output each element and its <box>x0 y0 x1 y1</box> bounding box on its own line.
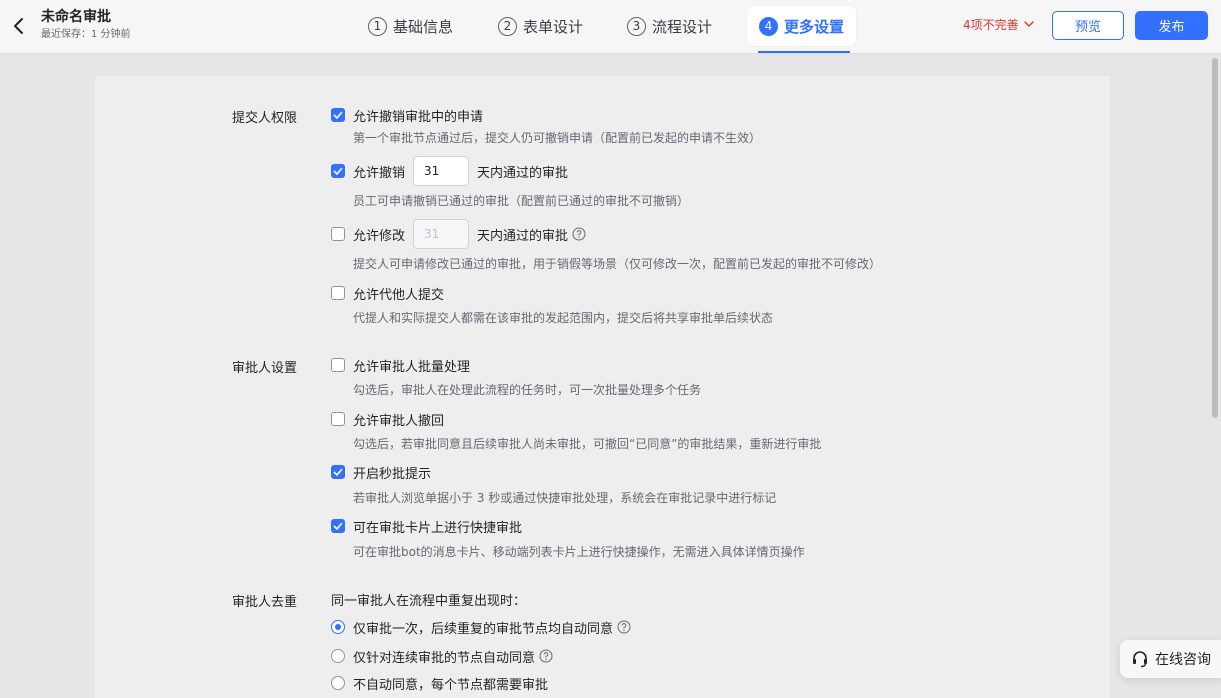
option-suffix: 天内通过的审批 <box>477 165 569 181</box>
publish-button[interactable]: 发布 <box>1135 11 1208 40</box>
preview-button[interactable]: 预览 <box>1052 11 1124 40</box>
checkbox[interactable] <box>331 358 345 372</box>
radio-approve-once[interactable]: 仅审批一次，后续重复的审批节点均自动同意 <box>331 617 631 637</box>
option-label: 允许撤销 <box>353 165 406 181</box>
title-block: 未命名审批 最近保存：1 分钟前 <box>41 8 131 41</box>
help-icon[interactable] <box>617 620 631 634</box>
option-label: 不自动同意，每个节点都需要审批 <box>353 677 549 693</box>
check-icon <box>333 468 343 476</box>
radio-button[interactable] <box>331 649 345 663</box>
step-form-design[interactable]: 2 表单设计 <box>498 6 583 46</box>
checkbox[interactable] <box>331 227 345 241</box>
checkbox[interactable] <box>331 465 345 479</box>
settings-panel: 提交人权限 允许撤销审批中的申请 第一个审批节点通过后，提交人仍可撤销申请（配置… <box>95 76 1110 698</box>
option-suffix: 天内通过的审批 <box>477 228 569 244</box>
option-batch-process[interactable]: 允许审批人批量处理 <box>331 355 470 375</box>
step-number: 3 <box>627 16 646 36</box>
app-window: 未命名审批 最近保存：1 分钟前 1 基础信息 2 表单设计 3 流程设计 4 … <box>0 0 1221 698</box>
option-quick-approve-hint[interactable]: 开启秒批提示 <box>331 462 431 482</box>
option-label: 仅审批一次，后续重复的审批节点均自动同意 <box>353 621 614 637</box>
incomplete-label: 4项不完善 <box>963 18 1019 32</box>
check-icon <box>333 167 343 175</box>
step-label: 基础信息 <box>393 17 454 36</box>
option-label: 开启秒批提示 <box>353 466 432 482</box>
radio-button[interactable] <box>331 676 345 690</box>
headset-icon <box>1133 651 1147 668</box>
option-allow-revoke-approved[interactable]: 允许撤销 天内通过的审批 <box>331 156 568 186</box>
chevron-left-icon <box>14 18 23 34</box>
option-allow-modify[interactable]: 允许修改 天内通过的审批 <box>331 219 586 249</box>
step-number: 2 <box>498 16 517 36</box>
checkbox[interactable] <box>331 164 345 178</box>
option-label: 允许撤销审批中的申请 <box>353 109 484 125</box>
radio-consecutive-only[interactable]: 仅针对连续审批的节点自动同意 <box>331 646 553 666</box>
step-label: 表单设计 <box>523 17 584 36</box>
checkbox[interactable] <box>331 108 345 122</box>
help-icon[interactable] <box>539 649 553 663</box>
step-number: 4 <box>759 16 778 36</box>
radio-button[interactable] <box>331 620 345 634</box>
section-label-submitter: 提交人权限 <box>232 111 298 126</box>
step-basic-info[interactable]: 1 基础信息 <box>368 6 453 46</box>
option-description: 勾选后，若审批同意且后续审批人尚未审批，可撤回“已同意”的审批结果，重新进行审批 <box>353 437 822 451</box>
radio-no-auto-approve[interactable]: 不自动同意，每个节点都需要审批 <box>331 673 548 693</box>
step-flow-design[interactable]: 3 流程设计 <box>627 6 712 46</box>
top-bar: 未命名审批 最近保存：1 分钟前 1 基础信息 2 表单设计 3 流程设计 4 … <box>0 0 1221 54</box>
checkbox[interactable] <box>331 286 345 300</box>
option-description: 员工可申请撤销已通过的审批（配置前已通过的审批不可撤销） <box>353 194 690 208</box>
checkbox[interactable] <box>331 412 345 426</box>
option-description: 代提人和实际提交人都需在该审批的发起范围内，提交后将共享审批单后续状态 <box>353 311 774 325</box>
option-description: 提交人可申请修改已通过的审批，用于销假等场景（仅可修改一次，配置前已发起的审批不… <box>353 257 882 271</box>
check-icon <box>333 111 343 119</box>
back-button[interactable] <box>8 13 30 39</box>
scrollbar[interactable] <box>1212 58 1218 418</box>
dedupe-intro: 同一审批人在流程中重复出现时： <box>331 594 527 609</box>
option-approver-withdraw[interactable]: 允许审批人撤回 <box>331 409 444 429</box>
incomplete-dropdown[interactable]: 4项不完善 <box>963 16 1034 33</box>
checkbox[interactable] <box>331 519 345 533</box>
consult-label: 在线咨询 <box>1155 652 1211 668</box>
option-card-quick-approve[interactable]: 可在审批卡片上进行快捷审批 <box>331 516 522 536</box>
option-description: 勾选后，审批人在处理此流程的任务时，可一次批量处理多个任务 <box>353 383 702 397</box>
section-label-approver: 审批人设置 <box>232 361 298 376</box>
active-step-indicator <box>758 51 850 53</box>
option-description: 第一个审批节点通过后，提交人仍可撤销申请（配置前已发起的申请不生效） <box>353 131 762 145</box>
step-number: 1 <box>368 16 387 36</box>
modify-days-input[interactable] <box>413 219 470 249</box>
check-icon <box>333 522 343 530</box>
step-label: 流程设计 <box>652 17 713 36</box>
step-more-settings[interactable]: 4 更多设置 <box>747 6 857 46</box>
option-description: 若审批人浏览单据小于 3 秒或通过快捷审批处理，系统会在审批记录中进行标记 <box>353 491 777 505</box>
option-label: 允许审批人批量处理 <box>353 359 471 375</box>
option-label: 允许代他人提交 <box>353 287 445 303</box>
option-label: 允许审批人撤回 <box>353 413 445 429</box>
step-label: 更多设置 <box>784 17 845 36</box>
option-allow-revoke-pending[interactable]: 允许撤销审批中的申请 <box>331 105 483 125</box>
option-label: 允许修改 <box>353 228 406 244</box>
revoke-days-input[interactable] <box>413 156 470 186</box>
section-label-dedupe: 审批人去重 <box>232 595 298 610</box>
chevron-down-icon <box>1023 21 1034 27</box>
save-status: 最近保存：1 分钟前 <box>41 29 131 40</box>
option-label: 可在审批卡片上进行快捷审批 <box>353 520 523 536</box>
option-allow-proxy-submit[interactable]: 允许代他人提交 <box>331 283 444 303</box>
help-icon[interactable] <box>572 227 586 241</box>
option-label: 仅针对连续审批的节点自动同意 <box>353 650 536 666</box>
page-title[interactable]: 未命名审批 <box>41 8 131 26</box>
online-consult-button[interactable]: 在线咨询 <box>1120 640 1221 678</box>
option-description: 可在审批bot的消息卡片、移动端列表卡片上进行快捷操作，无需进入具体详情页操作 <box>353 545 805 559</box>
